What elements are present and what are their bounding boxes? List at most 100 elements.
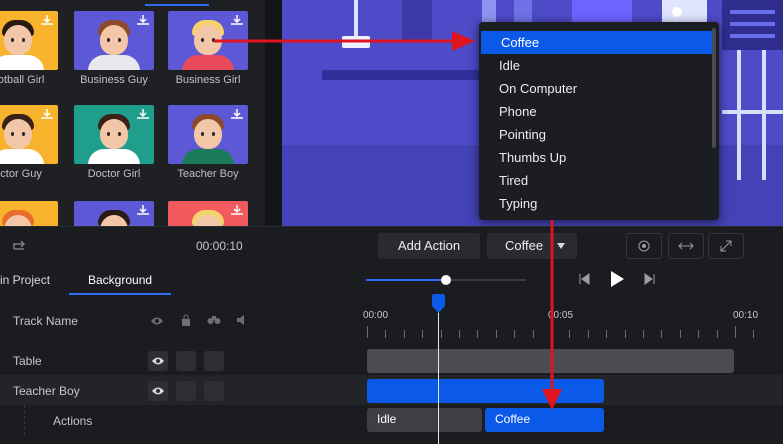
menu-item-typing[interactable]: Typing	[479, 192, 712, 215]
character-name: octor Guy	[0, 168, 42, 180]
download-icon[interactable]	[230, 108, 244, 120]
menu-item-thumbs-up[interactable]: Thumbs Up	[479, 146, 712, 169]
playhead-line	[438, 308, 439, 444]
flip-button[interactable]	[668, 233, 704, 259]
ruler-label: 00:05	[548, 310, 574, 321]
eye-icon[interactable]	[150, 316, 164, 326]
panel-divider	[265, 0, 282, 226]
tree-line	[24, 405, 26, 435]
ruler-tick	[661, 330, 663, 338]
dropdown-scrollbar[interactable]	[712, 28, 716, 148]
character-name: Business Girl	[175, 74, 241, 86]
download-icon[interactable]	[40, 108, 54, 120]
ruler-tick	[440, 330, 442, 338]
target-icon	[638, 240, 650, 252]
character-thumbnail	[0, 11, 58, 70]
action-clip-idle[interactable]: Idle	[367, 408, 482, 432]
menu-item-idle[interactable]: Idle	[479, 54, 712, 77]
current-time: 00:00:10	[196, 239, 243, 253]
lock-toggle[interactable]	[176, 381, 196, 401]
panel-tabs: in Project Background	[0, 264, 783, 297]
active-tab-indicator	[69, 293, 171, 295]
ruler-tick	[532, 330, 534, 338]
ruler-tick	[643, 330, 644, 338]
character-name: Teacher Boy	[177, 168, 239, 180]
ruler-label: 00:10	[733, 310, 759, 321]
eye-icon	[152, 387, 164, 395]
expand-button[interactable]	[708, 233, 744, 259]
eye-icon	[152, 357, 164, 365]
action-dropdown-menu: Coffee Idle On Computer Phone Pointing T…	[479, 22, 719, 220]
ruler-tick	[403, 330, 405, 338]
add-action-button[interactable]: Add Action	[378, 233, 480, 259]
menu-item-tired[interactable]: Tired	[479, 169, 712, 192]
download-icon[interactable]	[136, 108, 150, 120]
tab-background[interactable]: Background	[88, 273, 152, 287]
ruler-tick	[569, 330, 571, 338]
track-name-header: Track Name	[13, 314, 78, 328]
track-row-actions[interactable]: Actions Idle Coffee	[0, 405, 783, 435]
track-name: Table	[13, 354, 42, 368]
ruler-tick	[606, 330, 608, 338]
speaker-icon[interactable]	[236, 314, 248, 326]
download-icon[interactable]	[136, 14, 150, 26]
download-icon[interactable]	[40, 14, 54, 26]
menu-item-phone[interactable]: Phone	[479, 100, 712, 123]
ruler-tick	[587, 330, 589, 338]
character-library: ootball Girl Business Guy Business Girl …	[0, 0, 265, 226]
character-name: ootball Girl	[0, 74, 45, 86]
character-thumbnail	[74, 201, 154, 226]
menu-item-pointing[interactable]: Pointing	[479, 123, 712, 146]
ruler-tick	[422, 330, 424, 338]
character-name: Business Guy	[80, 74, 148, 86]
target-button[interactable]	[626, 233, 662, 259]
track-name: Teacher Boy	[13, 384, 80, 398]
tab-in-project[interactable]: in Project	[0, 273, 50, 287]
lock-toggle[interactable]	[176, 351, 196, 371]
chevron-down-icon	[557, 243, 565, 249]
character-thumbnail	[0, 105, 58, 164]
download-icon[interactable]	[230, 204, 244, 216]
character-thumbnail	[74, 105, 154, 164]
ruler-tick	[495, 330, 497, 338]
track-row-teacher-boy[interactable]: Teacher Boy	[0, 375, 783, 405]
visibility-toggle[interactable]	[148, 351, 168, 371]
visibility-toggle[interactable]	[148, 381, 168, 401]
ruler-tick	[514, 330, 516, 338]
skip-forward-icon[interactable]	[643, 272, 657, 286]
action-select[interactable]: Coffee	[487, 233, 577, 259]
play-icon[interactable]	[609, 270, 625, 288]
download-icon[interactable]	[136, 204, 150, 216]
menu-item-on-computer[interactable]: On Computer	[479, 77, 712, 100]
toolbar: 00:00:10 Add Action Coffee	[0, 226, 783, 263]
character-thumbnail	[168, 11, 248, 70]
ruler-tick	[624, 330, 626, 338]
action-clip-coffee[interactable]: Coffee	[485, 408, 604, 432]
timeline: Track Name 00:00 00:05 00:10 Table Teach…	[0, 294, 783, 444]
download-icon[interactable]	[230, 14, 244, 26]
zoom-slider[interactable]	[366, 275, 526, 285]
ruler-tick	[679, 330, 681, 338]
redo-icon[interactable]	[12, 237, 28, 253]
solo-toggle[interactable]	[204, 351, 224, 371]
table-clip[interactable]	[367, 349, 734, 373]
playhead-handle[interactable]	[431, 294, 446, 314]
ruler-tick	[367, 326, 368, 338]
ruler-tick	[698, 330, 700, 338]
skip-back-icon[interactable]	[577, 272, 591, 286]
binoculars-icon[interactable]	[207, 315, 221, 325]
track-row-table[interactable]: Table	[0, 346, 783, 376]
zoom-slider-thumb[interactable]	[441, 275, 451, 285]
character-thumbnail	[74, 11, 154, 70]
ruler-tick	[735, 326, 736, 338]
solo-toggle[interactable]	[204, 381, 224, 401]
menu-item-coffee[interactable]: Coffee	[481, 31, 712, 54]
zoom-slider-fill	[366, 279, 446, 281]
lock-icon[interactable]	[180, 314, 192, 326]
ruler-tick	[477, 330, 479, 338]
ruler-tick	[716, 330, 718, 338]
teacher-boy-clip[interactable]	[367, 379, 604, 403]
character-thumbnail	[168, 201, 248, 226]
library-tab-indicator	[145, 4, 209, 6]
character-name: Doctor Girl	[87, 168, 141, 180]
